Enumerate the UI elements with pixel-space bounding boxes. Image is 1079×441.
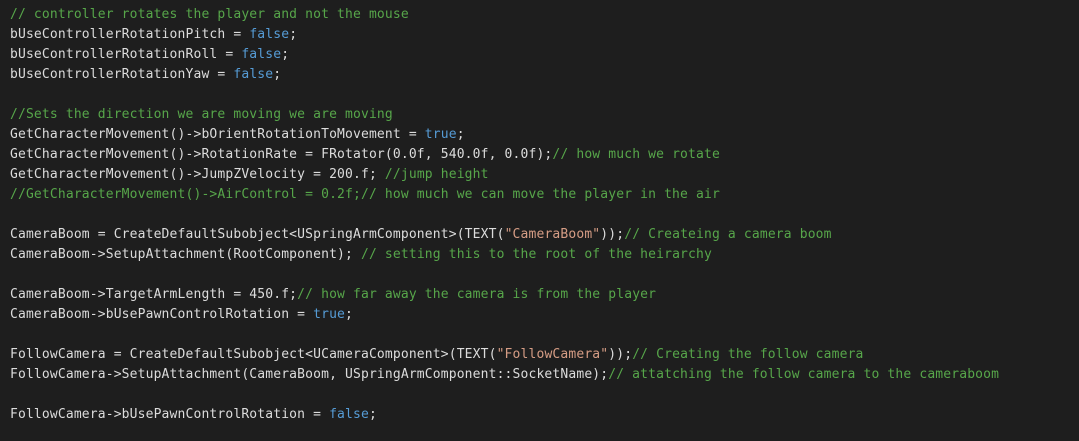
code-line: FollowCamera = CreateDefaultSubobject<UC… — [10, 345, 999, 365]
keyword-token: false — [241, 47, 282, 62]
code-line: GetCharacterMovement()->bOrientRotationT… — [10, 125, 999, 145]
keyword-token: false — [329, 407, 369, 422]
code-token: ; — [273, 67, 282, 82]
code-line: CameraBoom = CreateDefaultSubobject<USpr… — [10, 225, 999, 245]
comment-token: // controller rotates the player and not… — [10, 7, 409, 22]
code-token: ; — [289, 27, 298, 42]
comment-token: // Creating the follow camera — [632, 347, 864, 362]
code-line: // controller rotates the player and not… — [10, 5, 999, 25]
comment-token: //jump height — [384, 167, 489, 182]
keyword-token: true — [424, 127, 457, 142]
code-line: FollowCamera->bUsePawnControlRotation = … — [10, 405, 999, 425]
code-line: GetCharacterMovement()->JumpZVelocity = … — [10, 165, 999, 185]
code-token: FollowCamera->bUsePawnControlRotation = — [10, 407, 330, 422]
code-line: GetCharacterMovement()->RotationRate = F… — [10, 145, 999, 165]
code-line: //GetCharacterMovement()->AirControl = 0… — [10, 185, 999, 205]
code-token: GetCharacterMovement()->bOrientRotationT… — [10, 127, 425, 142]
comment-token: //GetCharacterMovement()->AirControl = 0… — [10, 187, 720, 202]
comment-token: // how much we rotate — [552, 147, 720, 162]
code-block[interactable]: // controller rotates the player and not… — [10, 5, 999, 425]
comment-token: //Sets the direction we are moving we ar… — [10, 107, 393, 122]
keyword-token: true — [313, 307, 346, 322]
code-token: FollowCamera = CreateDefaultSubobject<UC… — [10, 347, 497, 362]
code-token: GetCharacterMovement()->JumpZVelocity = … — [10, 167, 385, 182]
code-token: FollowCamera->SetupAttachment(CameraBoom… — [10, 367, 609, 382]
code-line: CameraBoom->bUsePawnControlRotation = tr… — [10, 305, 999, 325]
code-token: )); — [600, 227, 625, 242]
code-token: ; — [368, 407, 377, 422]
code-token: CameraBoom->TargetArmLength = 450.f; — [10, 287, 298, 302]
code-line: bUseControllerRotationPitch = false; — [10, 25, 999, 45]
keyword-token: false — [249, 27, 290, 42]
comment-token: // setting this to the root of the heira… — [360, 247, 712, 262]
code-line: //Sets the direction we are moving we ar… — [10, 105, 999, 125]
string-literal-token: "CameraBoom" — [504, 227, 601, 242]
code-line: CameraBoom->TargetArmLength = 450.f;// h… — [10, 285, 999, 305]
code-token: )); — [608, 347, 633, 362]
code-token: bUseControllerRotationRoll = — [10, 47, 242, 62]
code-line: bUseControllerRotationRoll = false; — [10, 45, 999, 65]
code-token: bUseControllerRotationPitch = — [10, 27, 250, 42]
code-token: CameraBoom->SetupAttachment(RootComponen… — [10, 247, 361, 262]
code-token: CameraBoom->bUsePawnControlRotation = — [10, 307, 314, 322]
comment-token: // attatching the follow camera to the c… — [608, 367, 1000, 382]
code-token: bUseControllerRotationYaw = — [10, 67, 234, 82]
comment-token: // Createing a camera boom — [624, 227, 832, 242]
code-token: ; — [456, 127, 465, 142]
keyword-token: false — [233, 67, 274, 82]
code-line: FollowCamera->SetupAttachment(CameraBoom… — [10, 365, 999, 385]
code-token: CameraBoom = CreateDefaultSubobject<USpr… — [10, 227, 505, 242]
code-token: GetCharacterMovement()->RotationRate = F… — [10, 147, 553, 162]
comment-token: // how far away the camera is from the p… — [297, 287, 657, 302]
code-editor[interactable]: // controller rotates the player and not… — [0, 0, 1079, 441]
code-line: CameraBoom->SetupAttachment(RootComponen… — [10, 245, 999, 265]
code-token: ; — [345, 307, 354, 322]
code-token: ; — [281, 47, 290, 62]
code-line: bUseControllerRotationYaw = false; — [10, 65, 999, 85]
string-literal-token: "FollowCamera" — [496, 347, 609, 362]
